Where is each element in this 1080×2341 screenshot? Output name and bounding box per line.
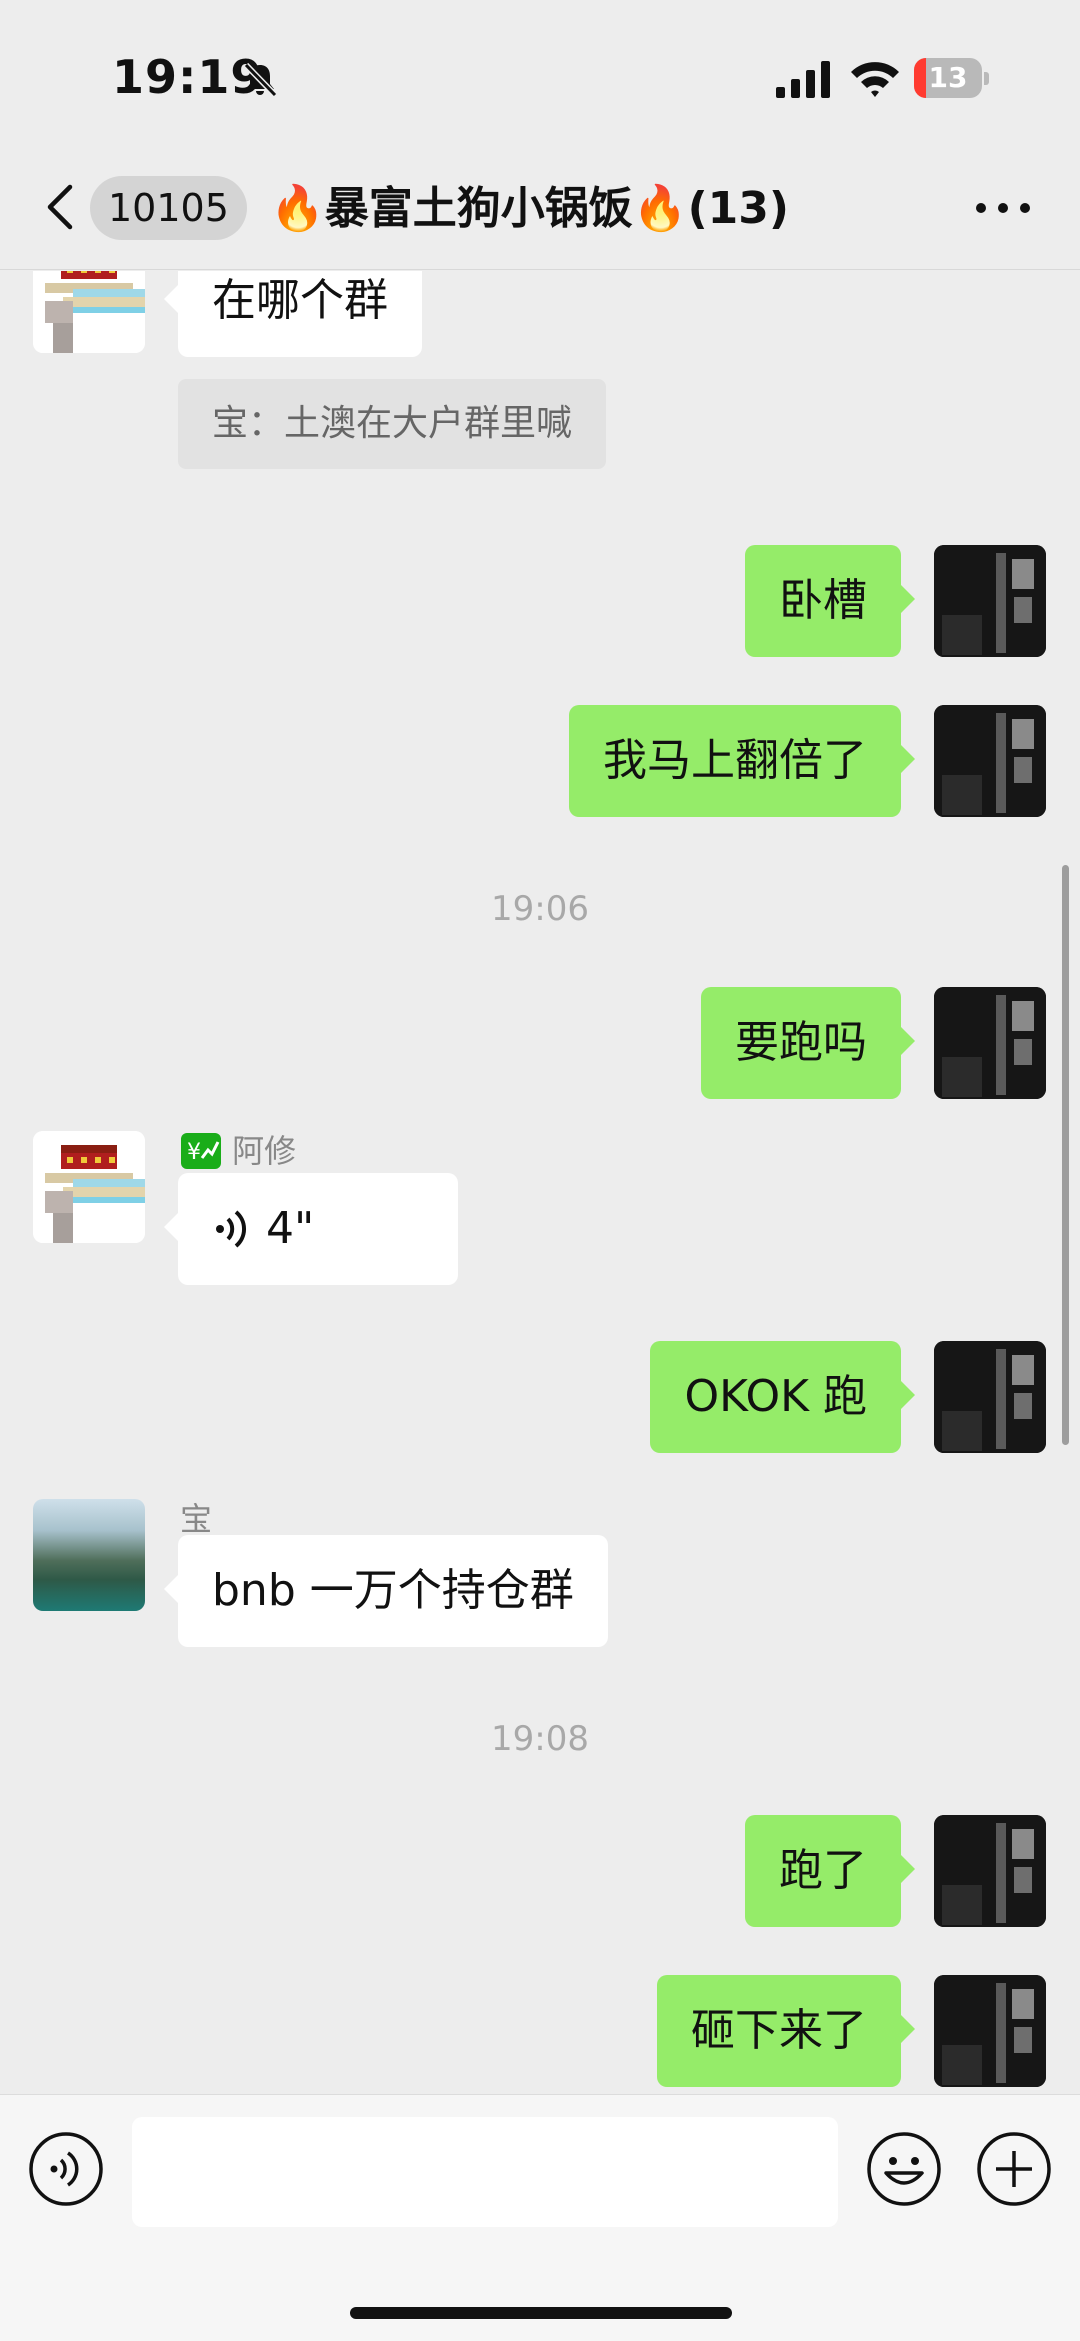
message-row: OKOK 跑: [0, 1341, 1080, 1453]
message-row: 我马上翻倍了: [0, 705, 1080, 817]
battery-level: 13: [928, 61, 968, 94]
voice-waves-icon: [216, 1210, 247, 1248]
input-bar: [0, 2094, 1080, 2341]
timestamp: 19:06: [491, 889, 589, 929]
battery-icon: 13: [914, 58, 989, 100]
bell-slash-icon: [243, 62, 278, 98]
avatar[interactable]: [934, 545, 1046, 657]
unread-count-badge: 10105: [90, 176, 247, 240]
message-input[interactable]: [132, 2117, 838, 2227]
message-row: 在哪个群 宝：土澳在大户群里喊: [0, 271, 1080, 501]
voice-message-bubble[interactable]: 4": [164, 1173, 458, 1285]
avatar[interactable]: [934, 1815, 1046, 1927]
scroll-indicator[interactable]: [1062, 865, 1069, 1445]
wifi-icon: [851, 62, 899, 97]
avatar[interactable]: [33, 1499, 145, 1611]
chevron-left-icon: [47, 184, 73, 230]
emoji-icon[interactable]: [866, 2131, 942, 2207]
message-bubble[interactable]: 砸下来了: [657, 1975, 915, 2087]
home-indicator[interactable]: [350, 2307, 732, 2319]
cellular-signal-icon: [776, 61, 830, 98]
message-list[interactable]: 在哪个群 宝：土澳在大户群里喊 卧槽 我马上翻倍了 19:06 要跑吗 ¥ 阿修…: [0, 271, 1080, 2094]
navigation-bar: 10105 🔥暴富土狗小锅饭🔥(13): [0, 150, 1080, 270]
stock-chart-badge-icon: ¥: [181, 1133, 221, 1169]
avatar[interactable]: [33, 1131, 145, 1243]
message-bubble[interactable]: 在哪个群: [164, 271, 422, 357]
message-row: 跑了: [0, 1815, 1080, 1927]
avatar[interactable]: [934, 705, 1046, 817]
message-bubble[interactable]: 我马上翻倍了: [569, 705, 915, 817]
avatar[interactable]: [934, 1341, 1046, 1453]
svg-text:¥: ¥: [187, 1140, 201, 1165]
message-bubble[interactable]: bnb 一万个持仓群: [164, 1535, 608, 1647]
message-row: 卧槽: [0, 545, 1080, 657]
message-row: 砸下来了: [0, 1975, 1080, 2087]
back-button[interactable]: 10105: [36, 172, 247, 242]
message-bubble[interactable]: 要跑吗: [701, 987, 915, 1099]
sender-name: ¥ 阿修: [180, 1131, 296, 1171]
plus-icon[interactable]: [976, 2131, 1052, 2207]
voice-duration: 4": [266, 1203, 315, 1254]
message-row: 要跑吗: [0, 987, 1080, 1099]
message-bubble[interactable]: OKOK 跑: [650, 1341, 915, 1453]
pixel-avatar-image: [33, 1131, 145, 1243]
avatar[interactable]: [33, 271, 145, 353]
voice-icon[interactable]: [28, 2131, 104, 2207]
quoted-message[interactable]: 宝：土澳在大户群里喊: [178, 379, 607, 469]
timestamp: 19:08: [491, 1719, 589, 1759]
ellipsis-icon[interactable]: [968, 178, 1038, 238]
message-row: ¥ 阿修 4": [0, 1131, 1080, 1301]
avatar[interactable]: [934, 1975, 1046, 2087]
chat-title: 🔥暴富土狗小锅饭🔥(13): [270, 183, 790, 234]
message-row: 宝 bnb 一万个持仓群: [0, 1499, 1080, 1669]
status-bar: 19:19 13: [0, 0, 1080, 150]
pixel-avatar-image: [33, 271, 145, 353]
message-bubble[interactable]: 卧槽: [745, 545, 915, 657]
avatar[interactable]: [934, 987, 1046, 1099]
message-bubble[interactable]: 跑了: [745, 1815, 915, 1927]
chat-screen: 19:19 13 10105 🔥暴富土狗小锅饭🔥(13) 在哪个群 宝：土澳在大…: [0, 0, 1080, 2341]
sender-name: 宝: [180, 1500, 213, 1538]
